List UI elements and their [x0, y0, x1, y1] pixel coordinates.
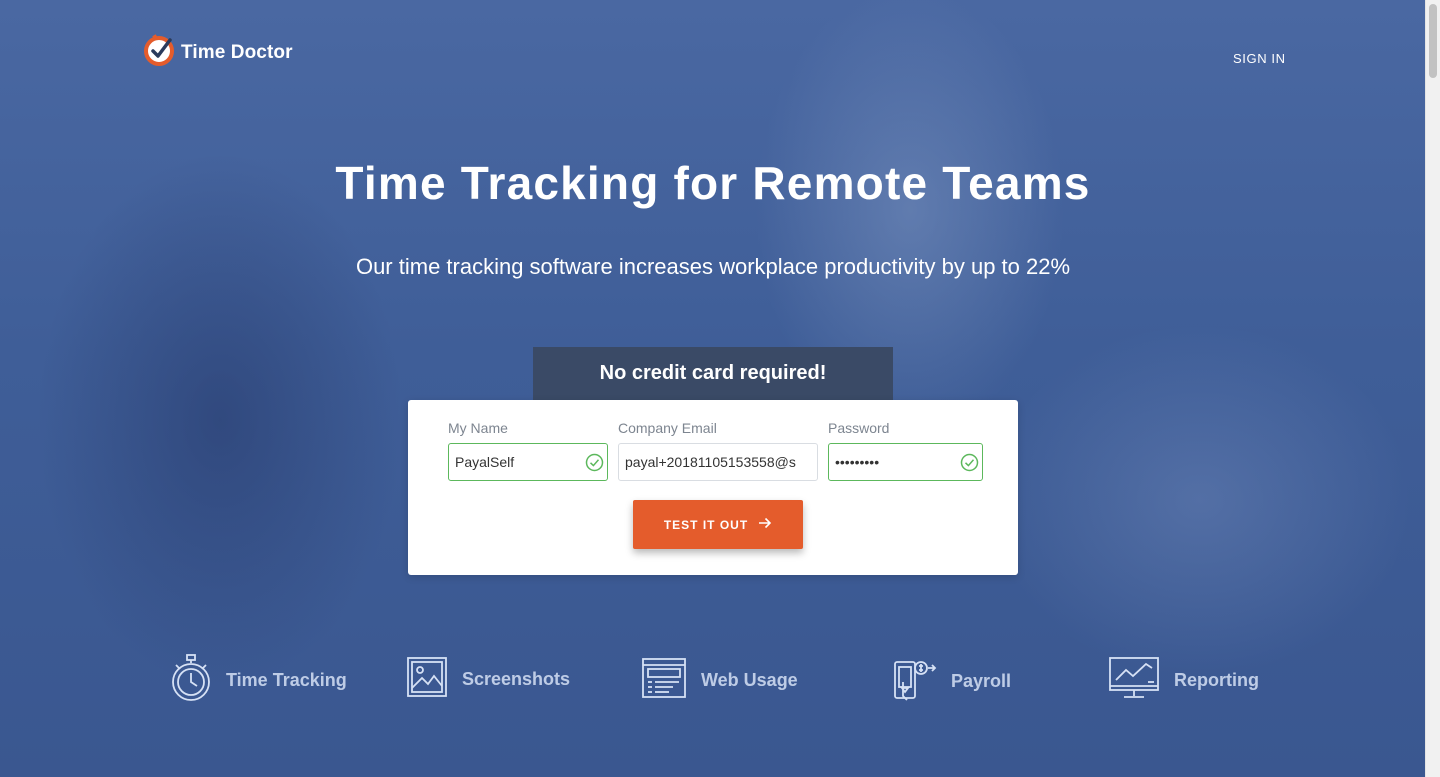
name-input[interactable] — [449, 444, 607, 480]
name-label: My Name — [448, 420, 508, 436]
name-field-box — [448, 443, 608, 481]
arrow-right-icon — [758, 517, 772, 532]
password-field-box — [828, 443, 983, 481]
logo-text: Time Doctor — [181, 41, 293, 63]
clock-check-icon — [143, 34, 175, 71]
chart-icon — [1108, 656, 1160, 705]
password-field-group: Password — [828, 420, 983, 481]
password-label: Password — [828, 420, 890, 436]
scrollbar[interactable] — [1425, 0, 1440, 777]
email-field-group: Company Email — [618, 420, 818, 481]
feature-label: Reporting — [1174, 670, 1259, 690]
feature-reporting[interactable]: Reporting — [1108, 656, 1259, 705]
feature-payroll[interactable]: Payroll — [893, 656, 1011, 707]
feature-bar: Time Tracking Screenshots Web Usage Payr… — [0, 652, 1426, 708]
feature-label: Time Tracking — [226, 670, 347, 690]
email-input[interactable] — [619, 444, 817, 480]
email-field-box — [618, 443, 818, 481]
email-label: Company Email — [618, 420, 717, 436]
scroll-thumb[interactable] — [1429, 4, 1437, 78]
valid-check-icon — [585, 453, 604, 477]
stopwatch-icon — [170, 653, 212, 708]
feature-screenshots[interactable]: Screenshots — [406, 656, 570, 703]
name-field-group: My Name — [448, 420, 608, 481]
feature-label: Web Usage — [701, 670, 798, 690]
valid-check-icon — [960, 453, 979, 477]
no-credit-card-banner: No credit card required! — [533, 347, 893, 400]
signup-form: My Name Company Email Password — [408, 400, 1018, 575]
page-subtitle: Our time tracking software increases wor… — [355, 254, 1071, 279]
feature-label: Screenshots — [462, 669, 571, 689]
feature-time-tracking[interactable]: Time Tracking — [170, 653, 347, 708]
test-it-out-button[interactable]: TEST IT OUT — [633, 500, 803, 549]
image-icon — [406, 656, 448, 703]
submit-label: TEST IT OUT — [663, 517, 749, 532]
logo[interactable]: Time Doctor — [143, 34, 293, 71]
sign-in-link[interactable]: SIGN IN — [1233, 51, 1286, 66]
feature-label: Payroll — [951, 671, 1012, 691]
payroll-icon — [893, 656, 937, 707]
feature-web-usage[interactable]: Web Usage — [641, 657, 798, 704]
hero-background: Time Doctor SIGN IN Time Tracking for Re… — [0, 0, 1426, 777]
page-title: Time Tracking for Remote Teams — [335, 157, 1091, 209]
browser-icon — [641, 657, 687, 704]
